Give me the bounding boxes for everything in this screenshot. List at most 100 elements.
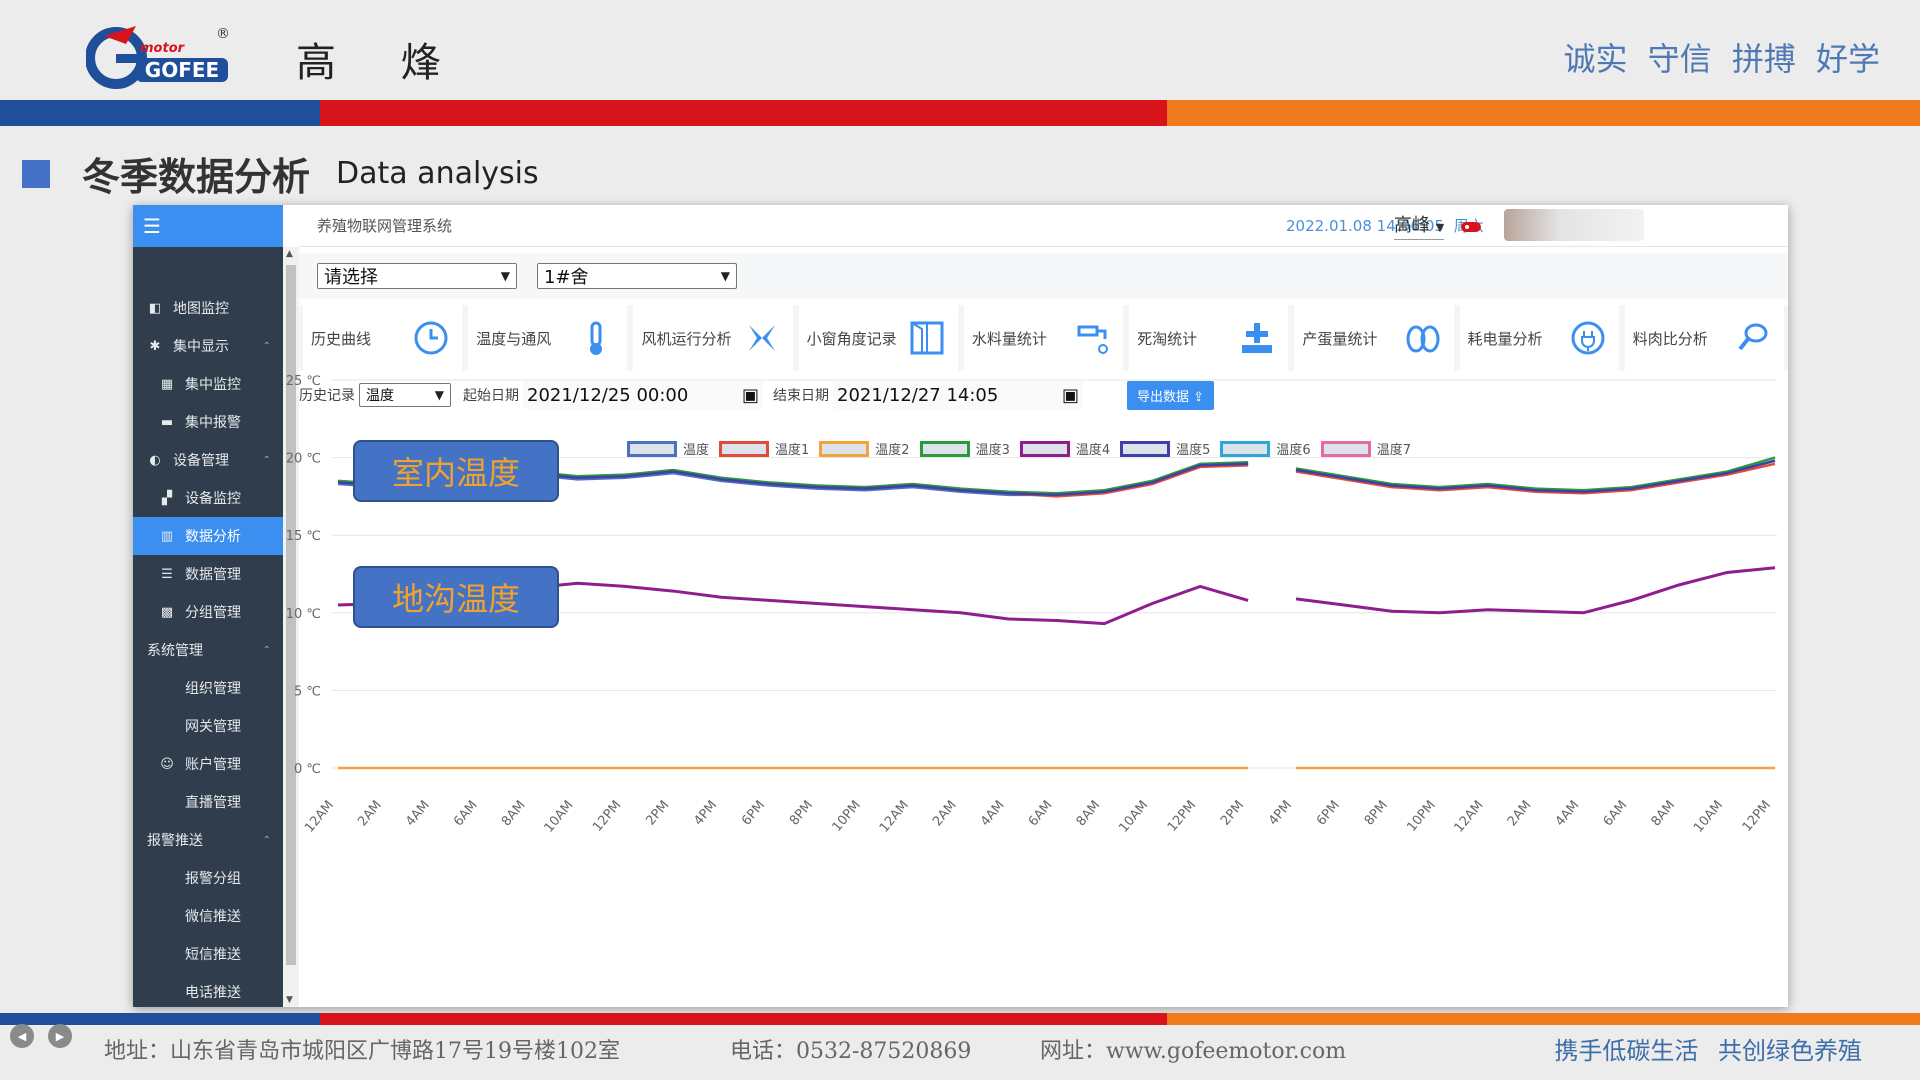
sidebar-item-label: 集中显示: [173, 339, 229, 355]
tool-label: 死淘统计: [1137, 329, 1198, 348]
x-tick-label: 4PM: [1266, 798, 1295, 829]
sidebar-item[interactable]: ▞ 设备监控: [133, 479, 283, 517]
sidebar-item-label: 地图监控: [173, 301, 229, 317]
series-line: [1295, 566, 1776, 615]
grid-icon: ▦: [160, 376, 174, 392]
sidebar-item-label: 微信推送: [185, 909, 241, 925]
sidebar-item[interactable]: 报警分组: [133, 859, 283, 897]
alarm-icon: ▬: [160, 414, 174, 430]
tool-button[interactable]: 历史曲线: [303, 305, 463, 371]
slide-player-controls: ◀ ▶: [10, 1024, 72, 1048]
legend-item[interactable]: 温度: [627, 439, 709, 458]
x-tick-label: 10PM: [1404, 798, 1438, 835]
legend-item[interactable]: 温度1: [719, 439, 809, 458]
avatar[interactable]: [1504, 209, 1644, 241]
notification-icon[interactable]: [1461, 219, 1481, 233]
next-slide-icon[interactable]: ▶: [48, 1024, 72, 1048]
x-tick-label: 8AM: [1649, 798, 1679, 829]
sidebar-item[interactable]: ▦ 集中监控: [133, 365, 283, 403]
tool-button[interactable]: 死淘统计: [1129, 305, 1289, 371]
sidebar-item[interactable]: ◐ 设备管理 ⌃: [133, 441, 283, 479]
sidebar-item[interactable]: 系统管理 ⌃: [133, 631, 283, 669]
tool-label: 产蛋量统计: [1302, 329, 1378, 348]
legend-item[interactable]: 温度6: [1220, 439, 1311, 458]
house-select[interactable]: 1#舍 ▼: [537, 263, 737, 289]
sidebar-item-label: 数据管理: [185, 567, 241, 583]
sidebar-item[interactable]: ▥ 数据分析: [133, 517, 283, 555]
scroll-down-icon[interactable]: ▼: [286, 995, 293, 1005]
scroll-up-icon[interactable]: ▲: [286, 249, 293, 259]
sidebar-item[interactable]: 短信推送: [133, 935, 283, 973]
sidebar-scrollbar[interactable]: ▲ ▼: [283, 247, 299, 1007]
tool-button[interactable]: 耗电量分析: [1459, 305, 1619, 371]
house-group-select[interactable]: 请选择 ▼: [317, 263, 517, 289]
user-menu[interactable]: 高峰 ▼: [1394, 211, 1445, 240]
scrollbar-thumb[interactable]: [286, 265, 296, 965]
sidebar-item[interactable]: 微信推送: [133, 897, 283, 935]
sidebar-item[interactable]: 报警推送 ⌃: [133, 821, 283, 859]
x-tick-label: 8PM: [1362, 798, 1391, 829]
start-date-input[interactable]: 2021/12/25 00:00 ▣: [523, 381, 763, 409]
legend-item[interactable]: 温度7: [1320, 439, 1411, 458]
sidebar-item-label: 数据分析: [185, 529, 241, 545]
x-tick-label: 10AM: [542, 798, 577, 836]
sidebar-item[interactable]: ☰ 数据管理: [133, 555, 283, 593]
sidebar-item[interactable]: ☺ 账户管理: [133, 745, 283, 783]
sidebar-item[interactable]: 电话推送: [133, 973, 283, 1007]
datetime: 2022.01.08 14:06:05 周六: [1286, 217, 1484, 235]
sidebar-item[interactable]: 直播管理: [133, 783, 283, 821]
tool-button[interactable]: 产蛋量统计: [1294, 305, 1454, 371]
sidebar-item-label: 电话推送: [185, 985, 241, 1001]
legend-label: 温度7: [1376, 443, 1411, 458]
legend-item[interactable]: 温度2: [819, 439, 910, 458]
footer-color-bar: [0, 1013, 1920, 1025]
brand-name: 高 烽: [296, 40, 467, 86]
footer-slogan: 携手低碳生活 共创绿色养殖: [1554, 1037, 1862, 1065]
x-tick-label: 6PM: [1314, 798, 1343, 829]
x-tick-label: 2AM: [1505, 798, 1535, 829]
legend-item[interactable]: 温度4: [1019, 439, 1111, 458]
x-tick-label: 6AM: [1026, 798, 1056, 829]
x-tick-label: 6AM: [1601, 798, 1631, 829]
menu-toggle[interactable]: ☰: [133, 205, 283, 247]
footer-phone: 电话：0532-87520869: [730, 1039, 972, 1064]
x-tick-label: 12PM: [1165, 798, 1199, 835]
bar-chart-icon: ▥: [160, 528, 174, 544]
legend-label: 温度5: [1176, 443, 1211, 458]
sidebar-item[interactable]: ▩ 分组管理: [133, 593, 283, 631]
tool-label: 小窗角度记录: [806, 329, 897, 348]
sidebar-item[interactable]: ◧ 地图监控: [133, 289, 283, 327]
sidebar-item-label: 集中监控: [185, 377, 241, 393]
sidebar-item[interactable]: 网关管理: [133, 707, 283, 745]
legend-item[interactable]: 温度5: [1120, 439, 1210, 458]
legend-label: 温度4: [1075, 443, 1111, 458]
legend-item[interactable]: 温度3: [919, 439, 1010, 458]
sidebar-item[interactable]: 组织管理: [133, 669, 283, 707]
tool-button[interactable]: 料肉比分析: [1624, 305, 1784, 371]
sidebar-item-label: 组织管理: [185, 681, 241, 697]
tool-button[interactable]: 风机运行分析: [633, 305, 793, 371]
x-tick-label: 12AM: [302, 798, 337, 836]
calendar-icon[interactable]: ▣: [742, 385, 759, 406]
tool-button[interactable]: 小窗角度记录: [798, 305, 958, 371]
filter-row: 请选择 ▼ 1#舍 ▼: [299, 253, 1788, 299]
series-line: [1295, 459, 1776, 493]
start-date-label: 起始日期: [463, 388, 519, 404]
x-tick-label: 10AM: [1116, 798, 1151, 836]
legend-label: 温度1: [775, 443, 810, 458]
sidebar-item-label: 集中报警: [185, 415, 241, 431]
prev-slide-icon[interactable]: ◀: [10, 1024, 34, 1048]
tool-button[interactable]: 温度与通风: [468, 305, 628, 371]
section-title-zh: 冬季数据分析: [82, 155, 311, 199]
export-button[interactable]: 导出数据 ⇪: [1127, 380, 1215, 410]
callout-indoor-temp: 室内温度: [353, 440, 559, 502]
calendar-icon[interactable]: ▣: [1062, 385, 1079, 406]
x-tick-label: 2AM: [930, 798, 960, 829]
end-date-input[interactable]: 2021/12/27 14:05 ▣: [833, 381, 1083, 409]
x-tick-label: 2AM: [355, 798, 385, 829]
tool-button[interactable]: 水料量统计: [963, 305, 1124, 371]
history-type-select[interactable]: 温度 ▼: [359, 383, 451, 407]
sidebar-item[interactable]: ✱ 集中显示 ⌃: [133, 327, 283, 365]
gofee-logo: GOFEE motor ®: [86, 26, 230, 89]
sidebar-item[interactable]: ▬ 集中报警: [133, 403, 283, 441]
